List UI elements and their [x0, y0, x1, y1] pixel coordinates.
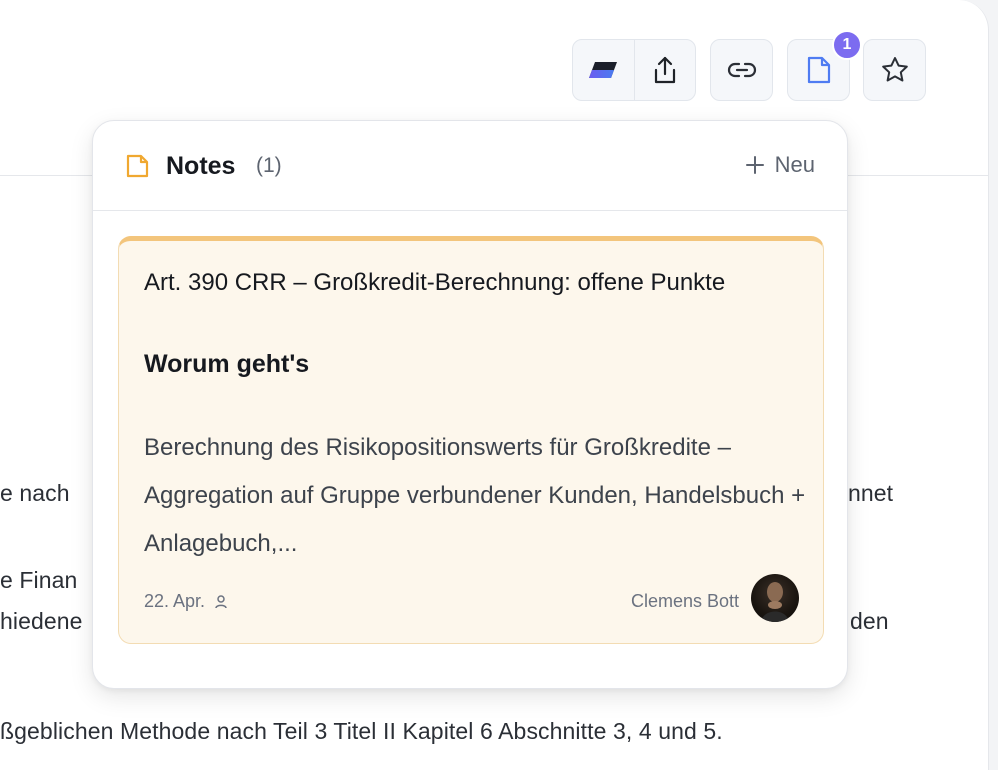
note-heading: Worum geht's — [144, 350, 310, 378]
share-icon — [654, 56, 675, 84]
copy-link-button[interactable] — [710, 39, 773, 101]
notes-count-badge: 1 — [832, 30, 862, 60]
linear-integration-button[interactable] — [573, 40, 634, 100]
favorite-button[interactable] — [863, 39, 926, 101]
note-meta: 22. Apr. — [144, 591, 227, 612]
body-text-fragment: e Finan — [0, 567, 78, 593]
notes-button[interactable]: 1 — [787, 30, 862, 101]
notes-count: (1) — [256, 154, 282, 177]
notes-popover-header: Notes (1) Neu — [93, 121, 847, 211]
avatar — [751, 574, 799, 622]
share-button[interactable] — [633, 40, 696, 100]
plus-icon — [745, 156, 764, 174]
notes-popover: Notes (1) Neu Art. 390 CRR – Großkredit-… — [92, 120, 848, 689]
note-excerpt: Berechnung des Risikopositionswerts für … — [144, 434, 806, 557]
user-icon — [215, 594, 227, 608]
body-text-fragment: e nach — [0, 480, 70, 506]
linear-logo-icon — [589, 62, 618, 78]
new-note-label: Neu — [774, 152, 815, 177]
note-card[interactable]: Art. 390 CRR – Großkredit-Berechnung: of… — [118, 236, 824, 644]
notes-popover-title: Notes — [166, 152, 236, 180]
body-text-fragment: nnet — [848, 480, 894, 506]
integration-button-group — [572, 39, 696, 101]
new-note-button[interactable]: Neu — [745, 152, 815, 178]
document-page: 1 e nach nnet e Finan hiedene den ßgebli… — [0, 0, 989, 770]
link-icon — [727, 62, 756, 78]
note-title: Art. 390 CRR – Großkredit-Berechnung: of… — [144, 269, 726, 296]
body-text-fragment: hiedene — [0, 608, 83, 634]
note-icon — [807, 56, 830, 84]
note-date: 22. Apr. — [144, 591, 206, 611]
avatar-image — [761, 582, 789, 622]
note-author: Clemens Bott — [630, 591, 739, 611]
body-text-fragment: ßgeblichen Methode nach Teil 3 Titel II … — [0, 718, 723, 744]
star-icon — [881, 57, 908, 82]
note-icon — [126, 154, 149, 178]
body-text-fragment: den — [850, 608, 889, 634]
